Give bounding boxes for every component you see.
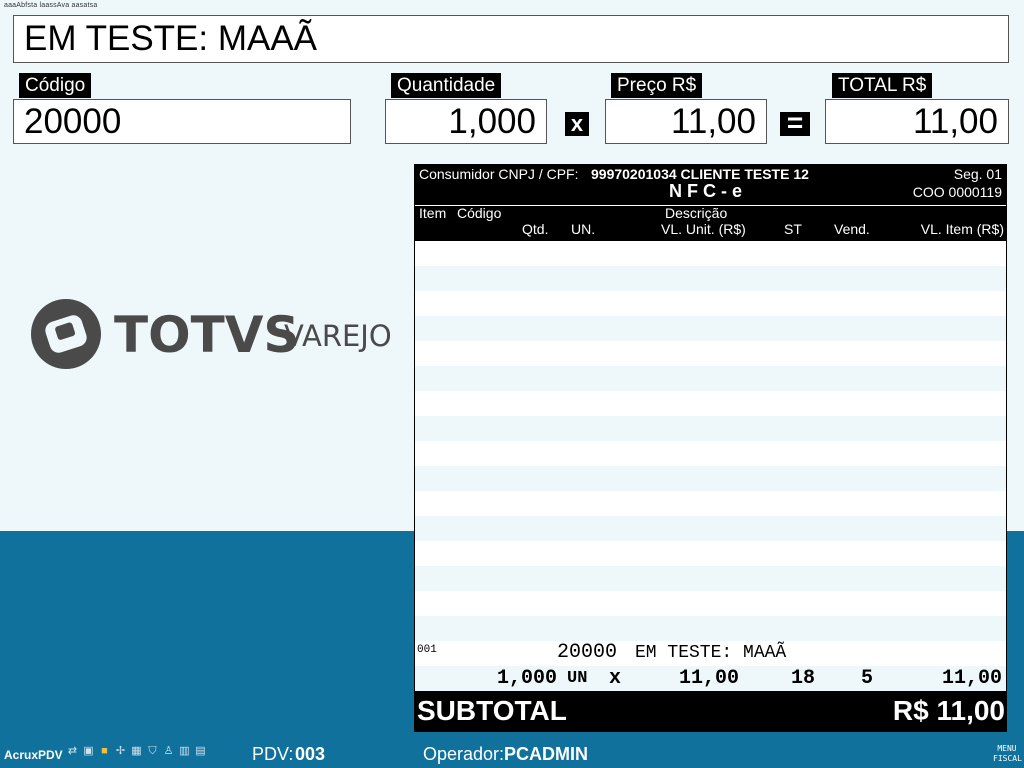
- total-field: 11,00: [825, 99, 1009, 144]
- product-description-display: EM TESTE: MAAÃ: [13, 15, 1009, 63]
- logo-product-text: VAREJO: [284, 319, 390, 353]
- pdv-value: 003: [295, 744, 326, 764]
- shield-icon[interactable]: ⛉: [146, 745, 159, 758]
- keyboard-icon[interactable]: ▦: [130, 745, 143, 758]
- quantidade-field[interactable]: 1,000: [385, 99, 547, 144]
- item-vl-unit: 11,00: [679, 667, 740, 690]
- col-item: Item: [419, 205, 447, 221]
- total-label: TOTAL R$: [832, 73, 933, 98]
- network-icon[interactable]: ⇄: [66, 745, 79, 758]
- segment-label: Seg. 01: [953, 166, 1002, 182]
- scale-icon[interactable]: ♙: [162, 745, 175, 758]
- operator-label: Operador:: [423, 744, 505, 764]
- doc-type: N F C - e: [669, 181, 743, 201]
- item-st: 18: [791, 667, 816, 690]
- item-vl-item: 11,00: [941, 667, 1002, 690]
- col-qtd: Qtd.: [522, 221, 549, 237]
- top-caption: aaaAbfsta laassAva aasatsa: [4, 2, 98, 9]
- menu-fiscal-line2: FISCAL: [993, 754, 1022, 763]
- receipt-items-area[interactable]: [415, 241, 1006, 666]
- quantidade-label: Quantidade: [391, 73, 502, 98]
- item-qtd: 1,000: [497, 667, 558, 690]
- col-vl-item: VL. Item (R$): [920, 221, 1004, 237]
- col-st: ST: [784, 221, 802, 237]
- drawer-icon[interactable]: ▥: [178, 745, 191, 758]
- item-number: 001: [417, 644, 437, 656]
- codigo-field[interactable]: 20000: [13, 99, 351, 144]
- item-codigo: 20000: [557, 641, 618, 664]
- operator-value: PCADMIN: [504, 744, 588, 764]
- equals-icon: =: [780, 109, 810, 137]
- receipt-panel: Consumidor CNPJ / CPF: 99970201034 CLIEN…: [414, 164, 1007, 732]
- item-descricao: EM TESTE: MAAÃ: [635, 643, 787, 663]
- menu-fiscal-line1: MENU: [997, 744, 1017, 753]
- col-vend: Vend.: [834, 221, 870, 237]
- scanner-icon[interactable]: ✢: [114, 745, 127, 758]
- status-icons: ⇄ ▣ ■ ✢ ▦ ⛉ ♙ ▥ ▤: [66, 745, 207, 758]
- totvs-logo-icon: TOTVS VAREJO: [31, 299, 392, 369]
- subtotal-value: R$ 11,00: [892, 695, 1005, 726]
- printer-icon[interactable]: ■: [98, 745, 111, 758]
- item-vend: 5: [861, 667, 874, 690]
- preco-label: Preço R$: [611, 73, 703, 98]
- receipt-header: Consumidor CNPJ / CPF: 99970201034 CLIEN…: [415, 165, 1006, 241]
- subtotal-label: SUBTOTAL: [417, 695, 567, 726]
- col-vl-unit: VL. Unit. (R$): [661, 221, 746, 237]
- consumer-value: 99970201034 CLIENTE TESTE 12: [591, 166, 809, 182]
- multiply-icon: x: [565, 112, 589, 136]
- codigo-label: Código: [19, 73, 92, 98]
- receipt-item-values-row[interactable]: 1,000 UN x 11,00 18 5 11,00: [415, 666, 1006, 691]
- item-x: x: [609, 667, 622, 690]
- menu-fiscal-button[interactable]: MENU FISCAL: [993, 744, 1022, 766]
- preco-field[interactable]: 11,00: [605, 99, 767, 144]
- col-codigo: Código: [457, 205, 502, 221]
- barcode-icon[interactable]: ▤: [194, 745, 207, 758]
- app-name: AcruxPDV: [4, 748, 63, 762]
- logo-brand-text: TOTVS: [114, 306, 299, 364]
- col-descricao: Descrição: [665, 205, 728, 221]
- coo-number: COO 0000119: [912, 184, 1002, 200]
- col-un: UN.: [571, 221, 596, 237]
- subtotal-bar: SUBTOTAL R$ 11,00: [415, 691, 1006, 731]
- consumer-label: Consumidor CNPJ / CPF:: [419, 166, 579, 182]
- pdv-label: PDV:: [252, 744, 294, 764]
- totvs-varejo-logo: TOTVS VAREJO: [30, 296, 392, 376]
- item-un: UN: [567, 669, 588, 688]
- receipt-item-row[interactable]: 001 20000 EM TESTE: MAAÃ: [415, 641, 1006, 666]
- monitor-icon[interactable]: ▣: [82, 745, 95, 758]
